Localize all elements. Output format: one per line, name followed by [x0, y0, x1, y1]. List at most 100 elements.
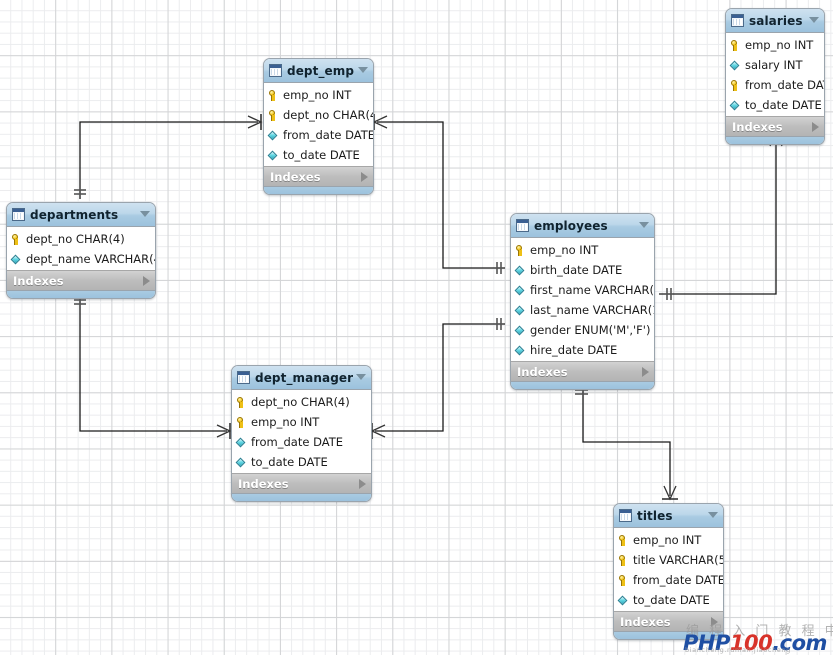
chevron-right-icon[interactable] [812, 121, 819, 132]
chevron-down-icon[interactable] [639, 222, 649, 228]
table-employees[interactable]: employees emp_no INT birth_date DATE first_… [510, 213, 655, 390]
indexes-label: Indexes [13, 273, 64, 288]
column-row[interactable]: birth_date DATE [511, 260, 654, 280]
table-dept_emp[interactable]: dept_emp emp_no INT dept_no CHAR(4) from_da… [263, 58, 374, 195]
chevron-down-icon[interactable] [708, 512, 718, 518]
column-row[interactable]: from_date DATE [726, 75, 824, 95]
primary-key-icon [236, 396, 247, 409]
chevron-right-icon[interactable] [642, 366, 649, 377]
indexes-label: Indexes [238, 476, 289, 491]
column-icon [236, 456, 247, 469]
eer-diagram-canvas[interactable]: salaries emp_no INT salary INT from_date DA… [0, 0, 833, 655]
column-row[interactable]: dept_no CHAR(4) [7, 229, 155, 249]
column-label: hire_date DATE [530, 343, 618, 357]
chevron-down-icon[interactable] [358, 67, 368, 73]
column-row[interactable]: from_date DATE [614, 570, 723, 590]
column-row[interactable]: salary INT [726, 55, 824, 75]
chevron-down-icon[interactable] [809, 17, 819, 23]
watermark-logo-100: 100 [729, 631, 773, 655]
table-name: departments [30, 207, 119, 222]
table-columns-employees: emp_no INT birth_date DATE first_name VARC… [511, 238, 654, 361]
column-label: to_date DATE [633, 593, 710, 607]
table-footer-salaries [726, 136, 824, 144]
column-label: dept_no CHAR(4) [26, 232, 125, 246]
table-header-salaries[interactable]: salaries [726, 9, 824, 33]
chevron-down-icon[interactable] [140, 211, 150, 217]
relationship-employees-dept_manager [370, 318, 505, 439]
table-footer-dept_manager [232, 493, 371, 501]
table-columns-departments: dept_no CHAR(4) dept_name VARCHAR(40) [7, 227, 155, 270]
column-label: from_date DATE [251, 435, 344, 449]
column-row[interactable]: emp_no INT [232, 412, 371, 432]
chevron-right-icon[interactable] [711, 616, 718, 627]
column-label: birth_date DATE [530, 263, 623, 277]
chevron-right-icon[interactable] [361, 171, 368, 182]
table-icon [731, 14, 744, 27]
column-row[interactable]: from_date DATE [264, 125, 373, 145]
table-icon [12, 208, 25, 221]
column-label: emp_no INT [530, 243, 599, 257]
table-header-titles[interactable]: titles [614, 504, 723, 528]
chevron-down-icon[interactable] [356, 374, 366, 380]
column-row[interactable]: emp_no INT [511, 240, 654, 260]
indexes-section-titles[interactable]: Indexes [614, 611, 723, 631]
primary-key-icon [618, 574, 629, 587]
column-row[interactable]: first_name VARCHAR(14) [511, 280, 654, 300]
column-row[interactable]: to_date DATE [614, 590, 723, 610]
chevron-right-icon[interactable] [359, 478, 366, 489]
table-name: dept_manager [255, 370, 354, 385]
table-departments[interactable]: departments dept_no CHAR(4) dept_name VARC… [6, 202, 156, 299]
relationship-employees-salaries [659, 131, 784, 300]
indexes-section-dept_emp[interactable]: Indexes [264, 166, 373, 186]
primary-key-icon [515, 244, 526, 257]
column-row[interactable]: title VARCHAR(50) [614, 550, 723, 570]
column-label: emp_no INT [745, 38, 814, 52]
column-row[interactable]: dept_no CHAR(4) [264, 105, 373, 125]
table-header-departments[interactable]: departments [7, 203, 155, 227]
indexes-section-salaries[interactable]: Indexes [726, 116, 824, 136]
table-icon [619, 509, 632, 522]
table-name: salaries [749, 13, 803, 28]
column-icon [515, 304, 526, 317]
table-name: employees [534, 218, 608, 233]
column-icon [618, 594, 629, 607]
table-salaries[interactable]: salaries emp_no INT salary INT from_date DA… [725, 8, 825, 145]
indexes-label: Indexes [517, 364, 568, 379]
column-label: dept_no CHAR(4) [251, 395, 350, 409]
column-row[interactable]: dept_name VARCHAR(40) [7, 249, 155, 269]
table-footer-dept_emp [264, 186, 373, 194]
indexes-section-employees[interactable]: Indexes [511, 361, 654, 381]
column-row[interactable]: dept_no CHAR(4) [232, 392, 371, 412]
indexes-section-dept_manager[interactable]: Indexes [232, 473, 371, 493]
table-header-employees[interactable]: employees [511, 214, 654, 238]
table-footer-titles [614, 631, 723, 639]
column-row[interactable]: emp_no INT [726, 35, 824, 55]
watermark-subtitle: biancheng.ruman.jiaocheng [685, 646, 791, 654]
column-icon [11, 253, 22, 266]
column-row[interactable]: last_name VARCHAR(16) [511, 300, 654, 320]
column-label: to_date DATE [251, 455, 328, 469]
indexes-label: Indexes [620, 614, 671, 629]
column-row[interactable]: emp_no INT [614, 530, 723, 550]
table-dept_manager[interactable]: dept_manager dept_no CHAR(4) emp_no INT fro… [231, 365, 372, 502]
column-label: to_date DATE [745, 98, 822, 112]
column-label: salary INT [745, 58, 803, 72]
indexes-section-departments[interactable]: Indexes [7, 270, 155, 290]
column-row[interactable]: to_date DATE [726, 95, 824, 115]
column-icon [515, 344, 526, 357]
table-titles[interactable]: titles emp_no INT title VARCHAR(50) from_da… [613, 503, 724, 640]
primary-key-icon [268, 109, 279, 122]
table-name: dept_emp [287, 63, 355, 78]
column-row[interactable]: gender ENUM('M','F') [511, 320, 654, 340]
table-footer-departments [7, 290, 155, 298]
column-row[interactable]: to_date DATE [264, 145, 373, 165]
chevron-right-icon[interactable] [143, 275, 150, 286]
table-header-dept_manager[interactable]: dept_manager [232, 366, 371, 390]
column-row[interactable]: emp_no INT [264, 85, 373, 105]
table-header-dept_emp[interactable]: dept_emp [264, 59, 373, 83]
column-row[interactable]: from_date DATE [232, 432, 371, 452]
column-label: from_date DATE [745, 78, 824, 92]
column-row[interactable]: hire_date DATE [511, 340, 654, 360]
primary-key-icon [618, 534, 629, 547]
column-row[interactable]: to_date DATE [232, 452, 371, 472]
